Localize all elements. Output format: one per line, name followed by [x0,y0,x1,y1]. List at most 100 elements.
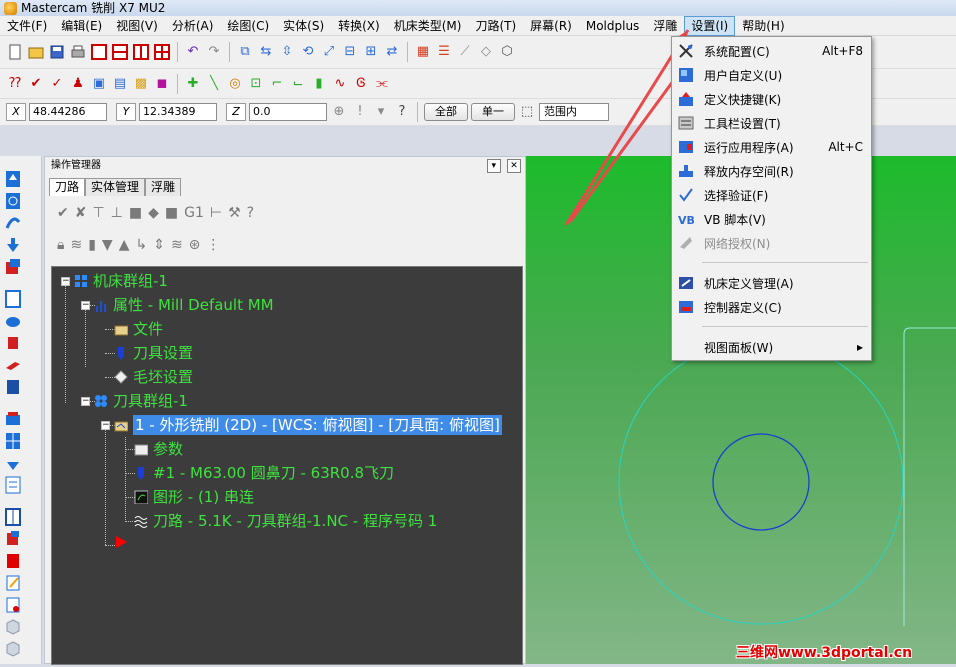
chain-select-icon[interactable]: ⧉ [236,43,254,61]
menu-item-network-license[interactable]: 网络授权(N) [672,232,871,254]
offset-icon[interactable]: ⊟ [341,43,359,61]
menu-screen[interactable]: 屏幕(R) [523,17,579,35]
solid-icon[interactable]: ▮ [310,75,328,93]
grid-icon[interactable]: ▦ [414,43,432,61]
menu-item-system-config[interactable]: 系统配置(C) Alt+F8 [672,40,871,62]
cube-grey-icon[interactable] [5,618,21,636]
box-blue-icon[interactable] [5,378,21,396]
tab-solids[interactable]: 实体管理 [85,178,146,196]
menu-moldplus[interactable]: Moldplus [579,17,646,35]
stack-icon[interactable] [5,410,21,428]
mirror-icon[interactable]: ⇳ [278,43,296,61]
menu-analyze[interactable]: 分析(A) [165,17,221,35]
shape-red-blue-icon[interactable] [5,258,21,276]
exclaim-icon[interactable]: ! [351,103,369,121]
menu-help[interactable]: 帮助(H) [735,17,791,35]
verify-icon[interactable]: ◆ [148,205,159,221]
collapse-tool-group[interactable]: − [81,397,90,406]
menu-create[interactable]: 绘图(C) [220,17,276,35]
menu-machine-type[interactable]: 机床类型(M) [387,17,469,35]
tree-params[interactable]: 参数 [134,439,183,459]
menu-edit[interactable]: 编辑(E) [54,17,109,35]
collapse-machine-group[interactable]: − [61,277,70,286]
collapse-operation[interactable]: − [101,421,110,430]
grid-blue-icon[interactable] [5,432,21,450]
color-icon[interactable]: ▩ [132,75,150,93]
toggle-post-icon[interactable]: ▮ [88,237,96,253]
chart-icon[interactable]: ▣ [90,75,108,93]
menu-item-free-memory[interactable]: 释放内存空间(R) [672,160,871,182]
fast-point-icon[interactable]: ⊕ [330,103,348,121]
menu-item-controller-def[interactable]: 控制器定义(C) [672,296,871,318]
misc-icon[interactable]: ⋮ [206,237,220,253]
window-icon[interactable] [5,290,21,308]
layout-2-icon[interactable] [111,43,129,61]
tab-relief[interactable]: 浮雕 [145,178,182,196]
menu-settings[interactable]: 设置(I) [684,15,736,36]
circle-icon[interactable]: ◎ [226,75,244,93]
high-speed-icon[interactable]: ⊢ [210,205,222,221]
tree-operation[interactable]: 1 - 外形铣削 (2D) - [WCS: 俯视图] - [刀具面: 俯视图] [114,415,502,435]
statistics-icon[interactable]: ▤ [111,75,129,93]
range-select-dropdown[interactable]: 范围内 [539,103,609,121]
menu-xform[interactable]: 转换(X) [331,17,387,35]
tree-insert-arrow[interactable] [114,535,128,549]
doc-red-icon[interactable] [5,596,21,614]
lock-tools-icon[interactable]: ⚒ [228,205,241,221]
cube-view-icon[interactable]: ⬡ [498,43,516,61]
tree-geometry[interactable]: 图形 - (1) 串连 [134,487,254,507]
curve-question-icon[interactable]: ⁇ [6,75,24,93]
cube-red-icon[interactable] [5,530,21,548]
tree-stock-settings[interactable]: 毛坯设置 [114,367,193,387]
tree-properties[interactable]: 属性 - Mill Default MM [94,295,274,315]
arc-icon[interactable]: ⊡ [247,75,265,93]
toggle-display-icon[interactable]: ≋ [70,237,82,253]
help-question-icon[interactable]: ? [393,103,411,121]
transform-icon[interactable]: ⇆ [257,43,275,61]
menu-item-select-verify[interactable]: 选择验证(F) [672,184,871,206]
check-icon[interactable]: ✓ [48,75,66,93]
insert-arrow-icon[interactable]: ↳ [135,237,147,253]
menu-item-toolbar-settings[interactable]: 工具栏设置(T) [672,112,871,134]
tab-toolpaths[interactable]: 刀路 [49,178,86,196]
menu-item-vb-script[interactable]: VB VB 脚本(V) [672,208,871,230]
person-icon[interactable]: ♟ [69,75,87,93]
manager-menu-button[interactable]: ▾ [486,159,501,173]
layout-1-icon[interactable] [90,43,108,61]
move-up-op-icon[interactable]: ▲ [119,237,130,253]
tree-machine-group[interactable]: 机床群组-1 [74,271,168,291]
x-coord-input[interactable]: 48.44286 [29,103,107,121]
menu-item-view-panel[interactable]: 视图面板(W) ▸ [672,336,871,358]
trim-icon[interactable]: Ꮆ [352,75,370,93]
menu-item-shortcut-key[interactable]: 定义快捷键(K) [672,88,871,110]
tag-icon[interactable]: ◇ [477,43,495,61]
list-icon[interactable] [5,476,21,494]
scale-icon[interactable]: ⤢ [320,43,338,61]
tree-tool[interactable]: #1 - M63.00 圆鼻刀 - 63R0.8飞刀 [134,463,394,483]
surface-icon[interactable] [5,312,21,330]
menu-item-user-define[interactable]: 用户自定义(U) [672,64,871,86]
regen-dirty-icon[interactable]: ⊥ [111,205,123,221]
menu-toolpaths[interactable]: 刀路(T) [468,17,523,35]
red-square-icon[interactable] [5,552,21,570]
snap-icon[interactable]: ▾ [372,103,390,121]
solid-body-icon[interactable] [5,334,21,352]
edit-icon[interactable] [5,574,21,592]
palette-icon[interactable]: ◼ [153,75,171,93]
measure-icon[interactable]: ⟋ [456,43,474,61]
tree-files[interactable]: 文件 [114,319,163,339]
move-down-op-icon[interactable]: ▼ [102,237,113,253]
select-all-button[interactable]: 全部 [424,103,468,121]
lock-icon[interactable]: 🔒︎ [57,237,64,253]
rotate-icon[interactable]: ⟲ [299,43,317,61]
backplot-icon[interactable]: ■ [129,205,142,221]
undo-icon[interactable]: ↶ [184,43,202,61]
collapse-properties[interactable]: − [81,301,90,310]
menu-item-run-app[interactable]: 运行应用程序(A) Alt+C [672,136,871,158]
grid-window-icon[interactable] [5,508,21,526]
filter-icon[interactable]: ≋ [171,237,183,253]
cube-grey2-icon[interactable] [5,640,21,658]
layout-4-icon[interactable] [153,43,171,61]
select-single-button[interactable]: 单一 [471,103,515,121]
rotate-view-icon[interactable] [5,192,21,210]
